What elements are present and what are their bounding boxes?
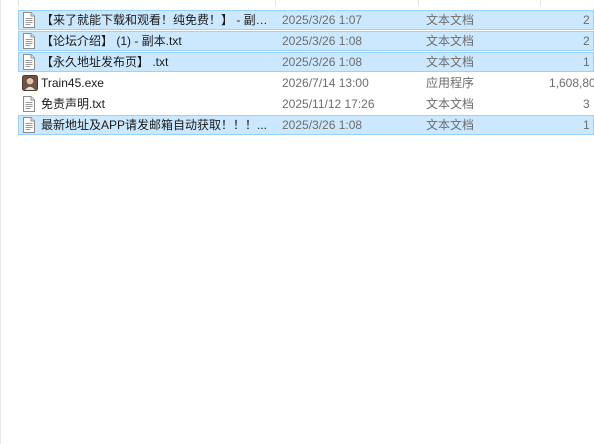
column-separator[interactable] — [540, 0, 541, 6]
file-size: 3 — [583, 97, 590, 111]
file-name: 【来了就能下载和观看！纯免费！】 - 副本.txt — [41, 13, 273, 27]
file-row[interactable]: 免责声明.txt 2025/11/12 17:26 文本文档 3 — [18, 94, 594, 114]
file-size: 1 — [583, 55, 590, 69]
file-type: 文本文档 — [426, 118, 475, 132]
file-date-modified: 2025/3/26 1:08 — [282, 55, 363, 69]
file-type: 应用程序 — [426, 76, 475, 90]
file-row[interactable]: 【永久地址发布页】 .txt 2025/3/26 1:08 文本文档 1 — [18, 52, 594, 72]
file-date-modified: 2025/11/12 17:26 — [282, 97, 375, 111]
text-file-icon — [22, 12, 36, 28]
file-row[interactable]: 最新地址及APP请发邮箱自动获取！！！... 2025/3/26 1:08 文本… — [18, 115, 594, 135]
app-exe-icon — [22, 75, 38, 91]
file-row[interactable]: 【论坛介绍】 (1) - 副本.txt 2025/3/26 1:08 文本文档 … — [18, 31, 594, 51]
file-size: 1,608,80 — [549, 76, 594, 90]
file-date-modified: 2025/3/26 1:08 — [282, 118, 363, 132]
file-name: 【永久地址发布页】 .txt — [41, 55, 169, 69]
column-separator[interactable] — [275, 0, 276, 6]
file-row[interactable]: Train45.exe 2026/7/14 13:00 应用程序 1,608,8… — [18, 73, 594, 93]
file-name: 最新地址及APP请发邮箱自动获取！！！... — [41, 118, 268, 132]
file-name: 【论坛介绍】 (1) - 副本.txt — [41, 34, 182, 48]
column-separator[interactable] — [418, 0, 419, 6]
text-file-icon — [22, 96, 36, 112]
file-type: 文本文档 — [426, 97, 475, 111]
text-file-icon — [22, 54, 36, 70]
text-file-icon — [22, 117, 36, 133]
file-date-modified: 2025/3/26 1:07 — [282, 13, 363, 27]
file-size: 2 — [583, 34, 590, 48]
file-type: 文本文档 — [426, 34, 475, 48]
file-date-modified: 2026/7/14 13:00 — [282, 76, 369, 90]
file-type: 文本文档 — [426, 55, 475, 69]
file-date-modified: 2025/3/26 1:08 — [282, 34, 363, 48]
column-separator[interactable] — [18, 0, 19, 6]
file-type: 文本文档 — [426, 13, 475, 27]
file-name: Train45.exe — [41, 76, 104, 90]
file-size: 2 — [583, 13, 590, 27]
file-list: 【来了就能下载和观看！纯免费！】 - 副本.txt 2025/3/26 1:07… — [18, 10, 594, 136]
text-file-icon — [22, 33, 36, 49]
file-size: 1 — [583, 118, 590, 132]
column-header-separators — [0, 0, 594, 6]
file-row[interactable]: 【来了就能下载和观看！纯免费！】 - 副本.txt 2025/3/26 1:07… — [18, 10, 594, 30]
file-name: 免责声明.txt — [41, 97, 106, 111]
pane-left-edge — [0, 0, 1, 444]
